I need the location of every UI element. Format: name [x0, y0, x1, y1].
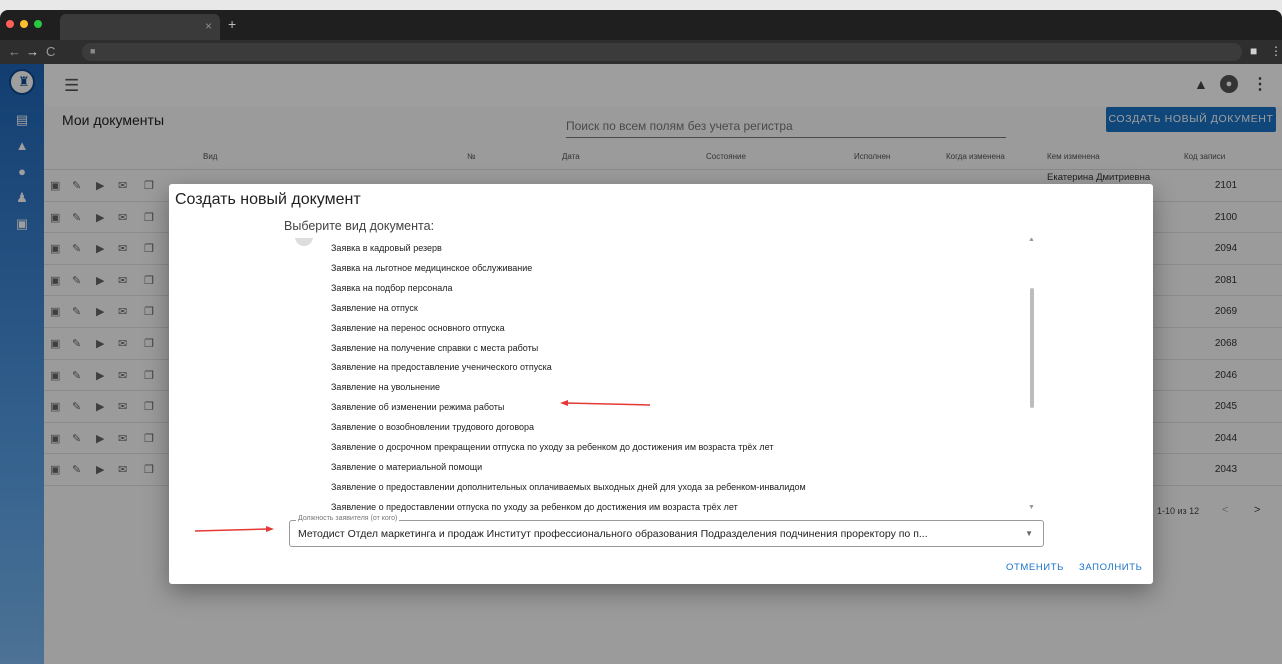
applicant-position-select[interactable]: Должность заявителя (от кого) Методист О…	[289, 515, 1044, 547]
scroll-down-icon[interactable]: ▼	[1028, 504, 1035, 511]
document-type-item[interactable]: Заявление о материальной помощи	[331, 462, 482, 472]
document-type-item[interactable]: Заявление на отпуск	[331, 303, 418, 313]
cancel-button[interactable]: ОТМЕНИТЬ	[1006, 562, 1064, 573]
document-type-item[interactable]: Заявление на предоставление ученического…	[331, 362, 552, 372]
document-type-item[interactable]: Заявление о предоставлении дополнительны…	[331, 482, 806, 492]
forward-icon[interactable]: →	[26, 44, 39, 59]
reload-icon[interactable]: C	[46, 44, 55, 59]
create-document-dialog: Создать новый документ Выберите вид доку…	[169, 184, 1153, 584]
browser-toolbar: ← → C ■ ■ ⋮	[0, 40, 1282, 64]
document-type-list: Заявка в кадровый резерв Заявка на льготн…	[169, 238, 1153, 514]
document-type-item[interactable]: Заявление о предоставлении отпуска по ух…	[331, 502, 738, 512]
new-tab-icon[interactable]: +	[228, 16, 236, 32]
close-window-dot[interactable]	[6, 20, 14, 28]
document-type-item[interactable]: Заявка на подбор персонала	[331, 283, 453, 293]
maximize-window-dot[interactable]	[34, 20, 42, 28]
document-type-item[interactable]: Заявка на льготное медицинское обслужива…	[331, 263, 532, 273]
document-type-item[interactable]: Заявление о досрочном прекращении отпуск…	[331, 442, 773, 452]
select-value: Методист Отдел маркетинга и продаж Инсти…	[298, 528, 928, 540]
document-type-item[interactable]: Заявление о возобновлении трудового дого…	[331, 422, 534, 432]
scroll-up-icon[interactable]: ▲	[1028, 238, 1035, 243]
dropdown-arrow-icon[interactable]: ▼	[1025, 529, 1033, 538]
document-type-item[interactable]: Заявка в кадровый резерв	[331, 243, 442, 253]
lock-icon: ■	[90, 46, 96, 56]
address-bar[interactable]: ■	[82, 43, 1242, 61]
browser-tabbar: × +	[0, 10, 1282, 40]
radio-icon[interactable]	[295, 238, 313, 246]
tab-close-icon[interactable]: ×	[205, 19, 212, 33]
dialog-subtitle: Выберите вид документа:	[284, 219, 435, 233]
scrollbar-thumb[interactable]	[1030, 288, 1034, 408]
dialog-title: Создать новый документ	[175, 191, 361, 208]
document-type-item[interactable]: Заявление об изменении режима работы	[331, 402, 504, 412]
document-type-item[interactable]: Заявление на увольнение	[331, 382, 440, 392]
browser-menu-icon[interactable]: ⋮	[1270, 44, 1282, 58]
profile-icon[interactable]: ■	[1250, 44, 1257, 58]
minimize-window-dot[interactable]	[20, 20, 28, 28]
back-icon[interactable]: ←	[8, 44, 21, 59]
document-type-item[interactable]: Заявление на перенос основного отпуска	[331, 323, 505, 333]
select-label: Должность заявителя (от кого)	[296, 515, 400, 522]
browser-tab[interactable]: ×	[60, 14, 220, 40]
fill-button[interactable]: ЗАПОЛНИТЬ	[1079, 562, 1142, 573]
document-type-item[interactable]: Заявление на получение справки с места р…	[331, 343, 538, 353]
